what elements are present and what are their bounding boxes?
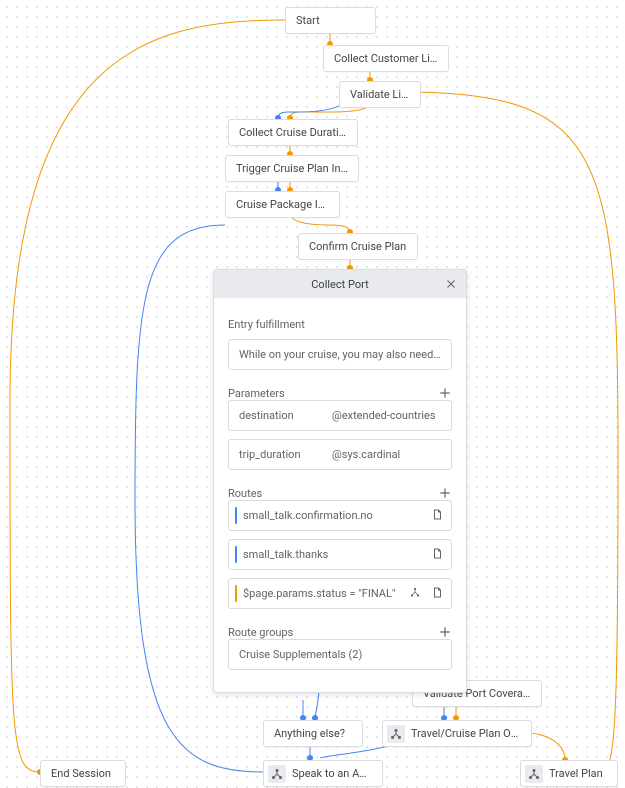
node-label: Validate Line	[350, 88, 413, 101]
node-travel-plan[interactable]: Travel Plan	[520, 760, 618, 787]
route-row[interactable]: small_talk.confirmation.no	[228, 500, 452, 531]
node-cruise-package-info[interactable]: Cruise Package Info	[225, 191, 340, 218]
route-group-label: Cruise Supplementals (2)	[239, 648, 362, 661]
route-color-bar	[235, 546, 237, 563]
node-label: Anything else?	[274, 727, 345, 740]
node-start[interactable]: Start	[285, 7, 376, 34]
param-entity: @sys.cardinal	[332, 448, 441, 461]
node-label: End Session	[51, 767, 111, 780]
add-parameter-button[interactable]	[438, 386, 452, 400]
flow-canvas[interactable]: Start Collect Customer Line Validate Lin…	[0, 0, 625, 788]
parameter-row[interactable]: destination @extended-countries	[228, 400, 452, 431]
node-confirm-cruise-plan[interactable]: Confirm Cruise Plan	[298, 233, 418, 260]
node-label: Collect Cruise Duration	[239, 126, 351, 139]
node-collect-customer-line[interactable]: Collect Customer Line	[323, 45, 449, 72]
node-label: Confirm Cruise Plan	[309, 240, 406, 253]
node-label: Collect Customer Line	[334, 52, 442, 65]
branch-icon	[409, 586, 421, 601]
node-label: Cruise Package Info	[236, 198, 334, 211]
page-icon	[431, 508, 443, 523]
node-label: Travel Plan	[549, 767, 603, 780]
hub-icon	[387, 725, 405, 743]
parameters-label: Parameters	[228, 387, 285, 400]
param-entity: @extended-countries	[332, 409, 441, 422]
panel-header: Collect Port	[214, 270, 466, 298]
hub-icon	[268, 765, 286, 783]
route-row[interactable]: small_talk.thanks	[228, 539, 452, 570]
fulfillment-card[interactable]: While on your cruise, you may also need …	[228, 339, 452, 370]
param-name: destination	[239, 409, 332, 422]
route-groups-label: Route groups	[228, 626, 293, 639]
page-detail-panel[interactable]: Collect Port Entry fulfillment While on …	[213, 269, 467, 693]
route-color-bar	[235, 507, 237, 524]
node-validate-line[interactable]: Validate Line	[339, 81, 421, 108]
param-name: trip_duration	[239, 448, 332, 461]
node-label: Trigger Cruise Plan Info	[236, 162, 351, 175]
panel-title: Collect Port	[311, 278, 368, 291]
hub-icon	[525, 765, 543, 783]
page-icon	[431, 586, 443, 601]
routes-label: Routes	[228, 487, 262, 500]
node-trigger-cruise-plan-info[interactable]: Trigger Cruise Plan Info	[225, 155, 359, 182]
parameter-row[interactable]: trip_duration @sys.cardinal	[228, 439, 452, 470]
node-anything-else[interactable]: Anything else?	[263, 720, 363, 747]
route-color-bar	[235, 585, 237, 602]
route-label: $page.params.status = "FINAL"	[243, 587, 395, 600]
node-label: Travel/Cruise Plan Opt…	[411, 727, 528, 740]
page-icon	[431, 547, 443, 562]
close-icon[interactable]	[442, 275, 460, 293]
node-label: Start	[296, 14, 320, 27]
node-label: Speak to an Agent	[292, 767, 381, 780]
node-travel-cruise-plan-options[interactable]: Travel/Cruise Plan Opt…	[382, 720, 532, 747]
node-end-session[interactable]: End Session	[40, 760, 126, 787]
entry-fulfillment-label: Entry fulfillment	[228, 318, 452, 331]
fulfillment-text: While on your cruise, you may also need …	[239, 348, 452, 361]
route-label: small_talk.thanks	[243, 548, 328, 561]
add-route-group-button[interactable]	[438, 625, 452, 639]
add-route-button[interactable]	[438, 486, 452, 500]
route-group-row[interactable]: Cruise Supplementals (2)	[228, 639, 452, 670]
route-label: small_talk.confirmation.no	[243, 509, 373, 522]
node-speak-to-agent[interactable]: Speak to an Agent	[263, 760, 383, 787]
route-row[interactable]: $page.params.status = "FINAL"	[228, 578, 452, 609]
node-collect-cruise-duration[interactable]: Collect Cruise Duration	[228, 119, 358, 146]
panel-body: Entry fulfillment While on your cruise, …	[214, 298, 466, 692]
